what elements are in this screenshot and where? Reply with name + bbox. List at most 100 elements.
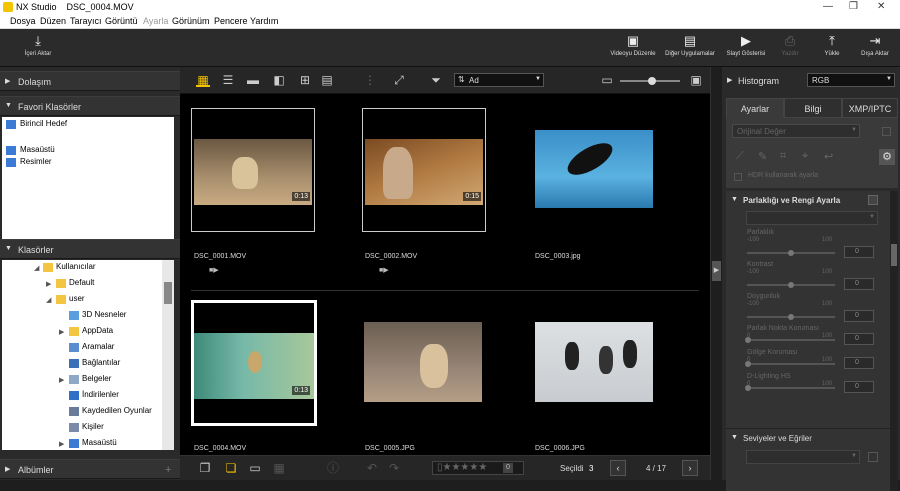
import-button[interactable]: ⤓ İçeri Aktar (13, 33, 63, 57)
collapse-arrow-icon[interactable]: ▼ (731, 434, 738, 441)
folder-links[interactable]: Bağlantılar (2, 358, 120, 370)
folder-saved-games[interactable]: Kaydedilen Oyunlar (2, 406, 152, 418)
navigation-header[interactable]: ▶ Dolaşım (0, 71, 180, 91)
other-apps-button[interactable]: ▤ Diğer Uygulamalar (665, 33, 715, 57)
highlight-protection-value[interactable]: 0 (844, 333, 874, 345)
sync-view-icon[interactable]: ⋮ (363, 73, 377, 87)
single-image-icon[interactable]: ▬ (246, 73, 260, 87)
menu-file[interactable]: Dosya (10, 16, 36, 26)
thumbnail-grid-icon[interactable]: ▦ (196, 73, 210, 87)
expand-arrow-icon[interactable]: ▶ (727, 76, 732, 84)
folder-user[interactable]: ◢ user (2, 294, 85, 306)
multi-compare-icon[interactable]: ⊞ (298, 73, 312, 87)
crop-icon[interactable]: ⌗ (780, 150, 786, 163)
export-button[interactable]: ⇥ Dışa Aktar (850, 33, 900, 57)
collapse-panel-icon[interactable]: ▶ (712, 261, 721, 281)
minimize-icon[interactable]: — (823, 1, 833, 12)
thumbnail-4[interactable]: 0:13 (191, 300, 317, 426)
saturation-slider[interactable] (747, 314, 835, 320)
scrollbar-thumb[interactable] (164, 282, 172, 304)
add-album-icon[interactable]: + (165, 464, 171, 476)
collapse-arrow-icon[interactable]: ▼ (731, 196, 738, 203)
thumbnail-2[interactable]: 0:15 (362, 108, 486, 232)
tab-settings[interactable]: Ayarlar (726, 98, 784, 118)
folder-contacts[interactable]: Kişiler (2, 422, 104, 434)
compare-view-icon[interactable]: ◧ (272, 73, 286, 87)
retouch-icon[interactable]: ✎ (758, 150, 767, 163)
favorite-item-primary[interactable]: Birincil Hedef (2, 119, 174, 131)
folder-desktop[interactable]: ▶ Masaüstü (2, 438, 117, 450)
previous-button[interactable]: ‹ (610, 460, 626, 476)
menu-edit[interactable]: Düzen (40, 16, 66, 26)
next-button[interactable]: › (682, 460, 698, 476)
contrast-value[interactable]: 0 (844, 278, 874, 290)
folder-users[interactable]: ◢ Kullanıcılar (2, 262, 96, 274)
filmstrip-icon[interactable]: ▤ (320, 73, 334, 87)
list-view-icon[interactable]: ☰ (221, 73, 235, 87)
menu-image[interactable]: Görüntü (105, 16, 138, 26)
favorites-header[interactable]: ▼ Favori Klasörler (0, 96, 180, 116)
shadow-protection-value[interactable]: 0 (844, 357, 874, 369)
straighten-icon[interactable]: ⌖ (802, 150, 808, 163)
menu-browser[interactable]: Tarayıcı (70, 16, 102, 26)
favorite-item-desktop[interactable]: Masaüstü (2, 145, 55, 157)
movie-editor-button[interactable]: ▣ Videoyu Düzenle (608, 33, 658, 57)
folders-header[interactable]: ▼ Klasörler (0, 239, 180, 259)
menu-window[interactable]: Pencere (214, 16, 248, 26)
slider-knob[interactable] (648, 77, 656, 85)
restore-icon[interactable]: ❐ (849, 1, 858, 12)
rotate-left-icon[interactable]: ↶ (365, 461, 379, 475)
tab-xmp-iptc[interactable]: XMP/IPTC (842, 98, 898, 118)
thumbnail-3[interactable] (533, 108, 657, 232)
contrast-slider[interactable] (747, 282, 835, 288)
rotate-right-icon[interactable]: ↷ (387, 461, 401, 475)
folder-3d-objects[interactable]: 3D Nesneler (2, 310, 126, 322)
levels-mode-select[interactable]: ▼ (746, 450, 860, 464)
thumbnail-5[interactable] (362, 300, 486, 424)
close-icon[interactable]: ✕ (877, 1, 885, 12)
menu-help[interactable]: Yardım (250, 16, 278, 26)
histogram-channel-select[interactable]: RGB ▼ (807, 73, 895, 87)
info-icon[interactable]: ⓘ (326, 461, 340, 475)
zoom-in-icon[interactable]: ▣ (689, 73, 703, 87)
right-scrollbar[interactable] (890, 191, 898, 491)
saturation-value[interactable]: 0 (844, 310, 874, 322)
albums-header[interactable]: ▶ Albümler + (0, 459, 180, 479)
section-checkbox[interactable] (868, 195, 878, 205)
filter-icon[interactable]: ⏷ (429, 73, 443, 87)
hdr-checkbox[interactable] (734, 173, 742, 181)
levels-checkbox[interactable] (868, 452, 878, 462)
sort-select[interactable]: ⇅ Ad ▼ (454, 73, 544, 87)
slideshow-button[interactable]: ▶ Slayt Gösterisi (721, 33, 771, 57)
picture-control-icon[interactable]: ⟋ (736, 150, 744, 163)
grid-icon[interactable]: ▦ (272, 461, 286, 475)
select-icon[interactable]: ❏ (224, 461, 238, 475)
thumbnail-size-slider[interactable] (620, 77, 680, 85)
tab-info[interactable]: Bilgi (784, 98, 842, 118)
scrollbar-thumb[interactable] (891, 244, 897, 266)
folder-scrollbar[interactable] (162, 260, 174, 450)
stack-icon[interactable]: ❐ (198, 461, 212, 475)
gear-icon[interactable]: ⚙ (879, 149, 895, 165)
folder-searches[interactable]: Aramalar (2, 342, 114, 354)
folder-default[interactable]: ▶ Default (2, 278, 94, 290)
folder-downloads[interactable]: İndirilenler (2, 390, 119, 402)
highlight-protection-slider[interactable] (745, 337, 835, 343)
panel-splitter[interactable]: ▶ (710, 67, 722, 480)
menu-view[interactable]: Görünüm (172, 16, 210, 26)
thumbnail-1[interactable]: 0:13 (191, 108, 315, 232)
reset-checkbox[interactable] (882, 127, 891, 136)
full-screen-icon[interactable]: ⤢ (392, 73, 406, 87)
favorite-item-pictures[interactable]: Resimler (2, 157, 52, 169)
d-lighting-slider[interactable] (745, 385, 835, 391)
d-lighting-value[interactable]: 0 (844, 381, 874, 393)
brightness-value[interactable]: 0 (844, 246, 874, 258)
shadow-protection-slider[interactable] (745, 361, 835, 367)
brightness-slider[interactable] (747, 250, 835, 256)
original-value-select[interactable]: Orijinal Değer ▼ (732, 124, 860, 138)
folder-documents[interactable]: ▶ Belgeler (2, 374, 111, 386)
adjust-mode-select[interactable]: ▼ (746, 211, 878, 225)
folder-appdata[interactable]: ▶ AppData (2, 326, 113, 338)
menu-adjust[interactable]: Ayarla (143, 16, 168, 26)
rating-control[interactable]: ▯★★★★★ 0 (432, 461, 524, 475)
